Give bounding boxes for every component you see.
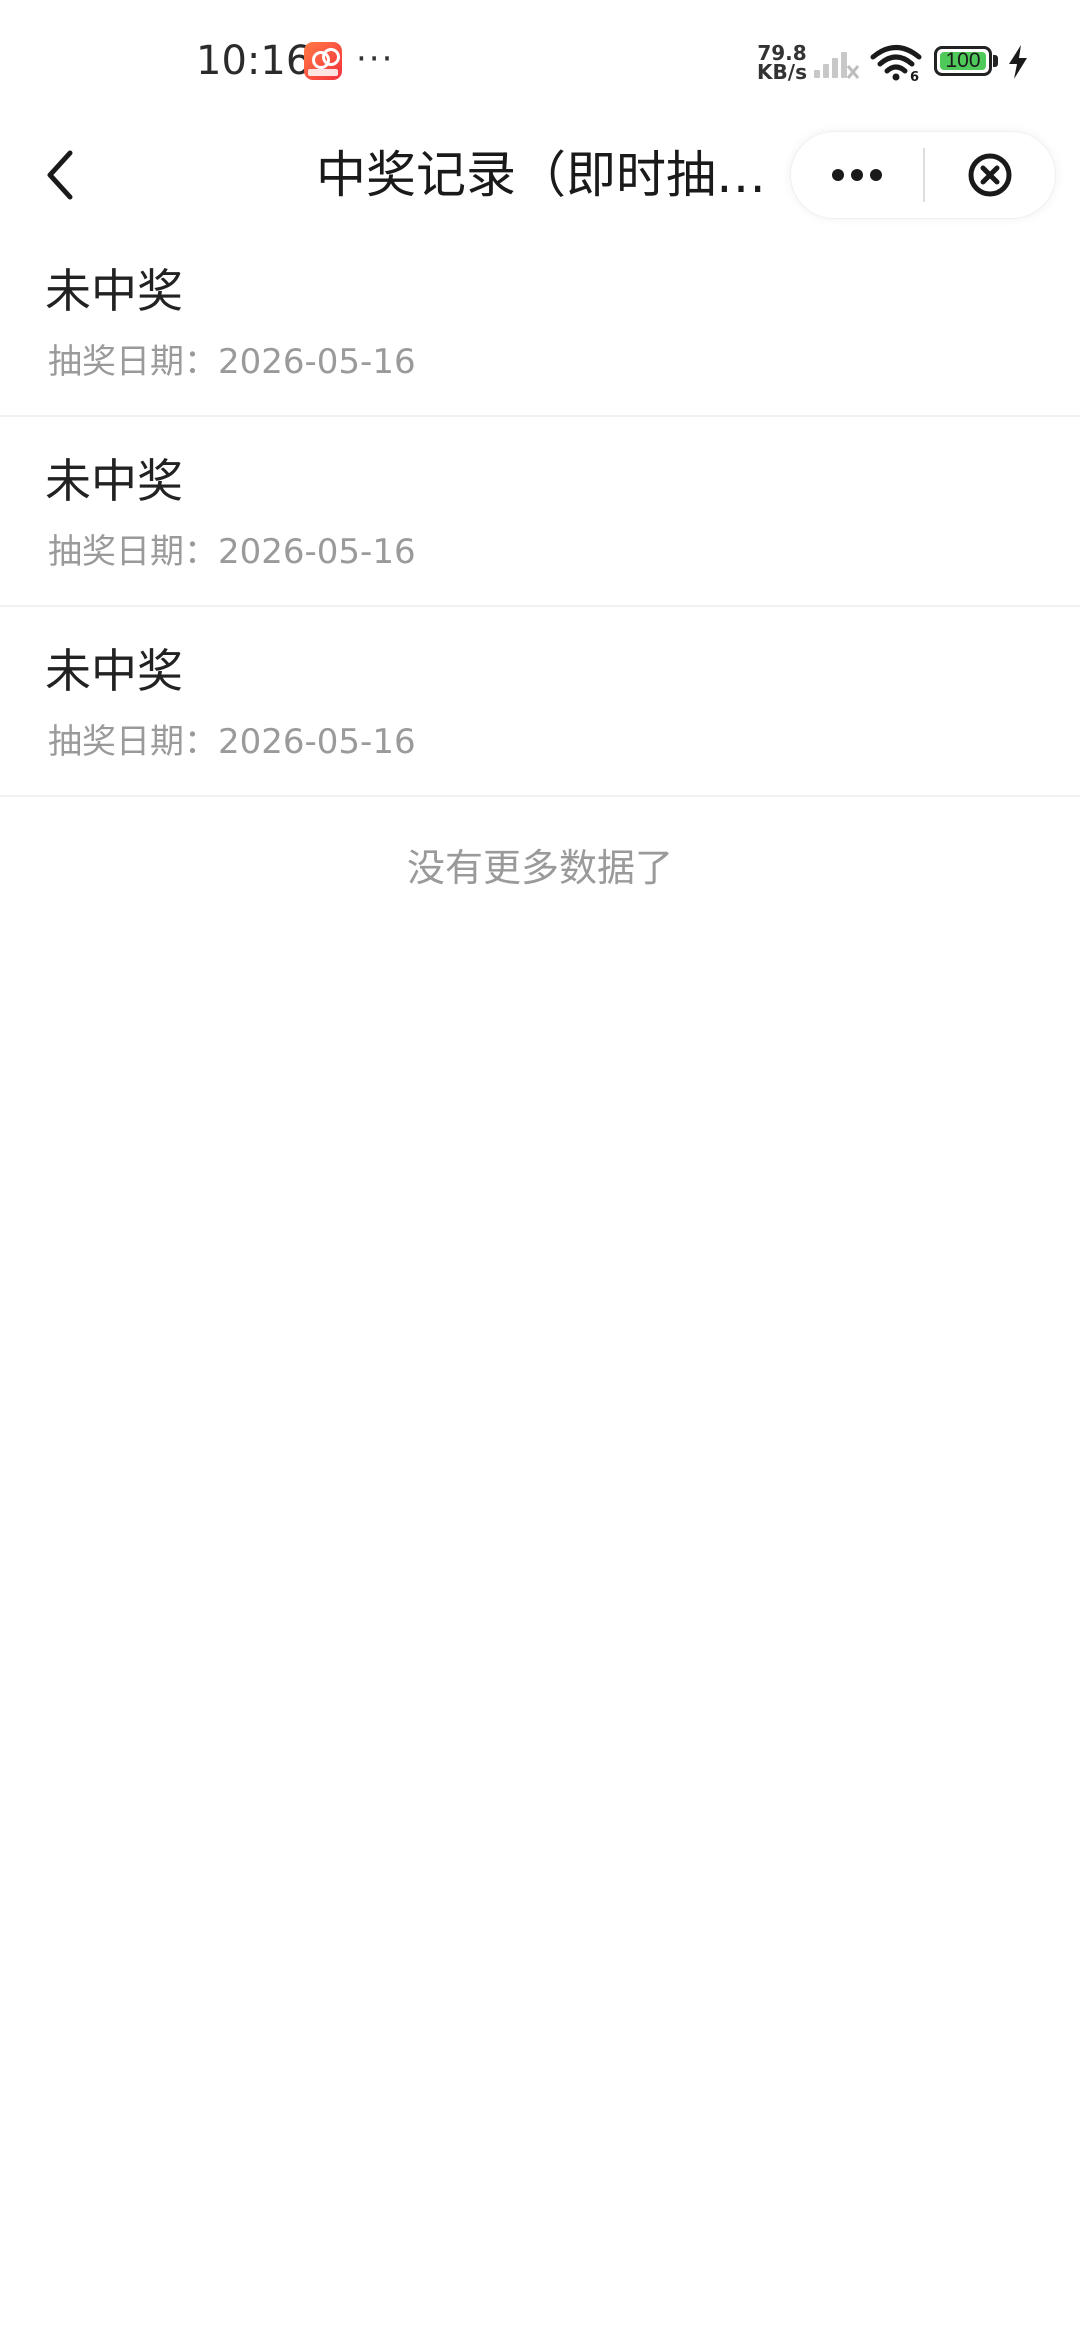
more-notifications-icon: ··· xyxy=(356,39,395,79)
record-date-value: 2026-05-16 xyxy=(218,342,416,382)
wifi-icon: 6 xyxy=(870,45,922,82)
chevron-left-icon xyxy=(47,150,73,200)
capsule-more-button[interactable] xyxy=(791,132,923,218)
record-date-label: 抽奖日期： xyxy=(48,722,218,762)
back-button[interactable] xyxy=(30,133,90,217)
record-date-label: 抽奖日期： xyxy=(48,532,218,572)
network-speed: 79.8 KB/s xyxy=(754,43,810,84)
mini-program-capsule xyxy=(790,131,1056,219)
no-more-data-text: 没有更多数据了 xyxy=(406,846,673,890)
list-item[interactable]: 未中奖 抽奖日期：2026-05-16 xyxy=(0,607,1080,797)
network-speed-unit: KB/s xyxy=(757,60,807,84)
record-date: 抽奖日期：2026-05-16 xyxy=(48,337,416,387)
app-notification-icon xyxy=(304,42,342,80)
list-item[interactable]: 未中奖 抽奖日期：2026-05-16 xyxy=(0,227,1080,417)
record-date-label: 抽奖日期： xyxy=(48,342,218,382)
record-status: 未中奖 xyxy=(45,264,183,318)
status-time: 10:16 xyxy=(196,38,312,84)
capsule-close-button[interactable] xyxy=(925,132,1055,218)
signal-icon xyxy=(814,52,860,79)
page-title: 中奖记录（即时抽… xyxy=(316,146,766,204)
navigation-bar: 中奖记录（即时抽… xyxy=(0,115,1080,235)
status-bar: 10:16 ··· 79.8 KB/s 6 100 xyxy=(0,0,1080,120)
charging-icon xyxy=(1009,45,1027,79)
battery-icon: 100 xyxy=(934,46,1000,78)
record-status: 未中奖 xyxy=(45,644,183,698)
record-status: 未中奖 xyxy=(45,454,183,508)
record-date-value: 2026-05-16 xyxy=(218,532,416,572)
more-horizontal-icon xyxy=(832,169,882,181)
close-circle-icon xyxy=(968,153,1012,197)
list-item[interactable]: 未中奖 抽奖日期：2026-05-16 xyxy=(0,417,1080,607)
battery-level: 100 xyxy=(945,49,981,72)
record-date-value: 2026-05-16 xyxy=(218,722,416,762)
record-date: 抽奖日期：2026-05-16 xyxy=(48,717,416,767)
record-date: 抽奖日期：2026-05-16 xyxy=(48,527,416,577)
record-list: 未中奖 抽奖日期：2026-05-16 未中奖 抽奖日期：2026-05-16 … xyxy=(0,227,1080,797)
wifi-label: 6 xyxy=(910,70,919,82)
